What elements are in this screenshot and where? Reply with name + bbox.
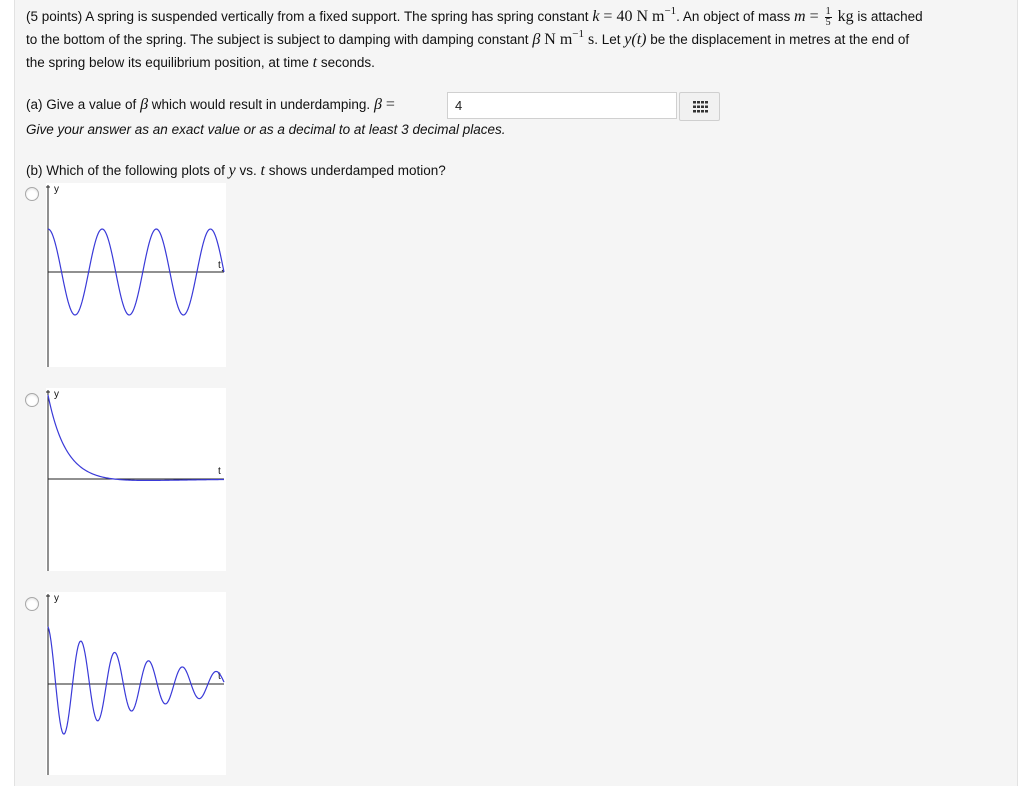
part-b-y: y bbox=[228, 162, 236, 179]
choice-1-radio[interactable] bbox=[25, 187, 39, 201]
problem-text: (5 points) A spring is suspended vertica… bbox=[26, 9, 589, 24]
choice-2-radio[interactable] bbox=[25, 393, 39, 407]
plot3-y-label: y bbox=[54, 593, 59, 604]
plot2-y-label: y bbox=[54, 389, 59, 400]
part-a-text2: which would result in underdamping. bbox=[148, 97, 371, 112]
beta-answer-input[interactable]: 4 bbox=[447, 92, 677, 119]
plot-choice-3[interactable]: y t bbox=[46, 592, 226, 775]
part-b-text: Which of the following plots of bbox=[42, 163, 225, 178]
let-text: . Let bbox=[594, 32, 621, 47]
line3-text: the spring below its equilibrium positio… bbox=[26, 55, 309, 70]
beta-exponent: −1 bbox=[572, 28, 584, 40]
damping-text: to the bottom of the spring. The subject… bbox=[26, 32, 529, 47]
plot-choice-1[interactable]: y t bbox=[46, 183, 226, 367]
choice-3-radio[interactable] bbox=[25, 597, 39, 611]
part-a-text: Give a value of bbox=[42, 97, 137, 112]
question-panel: (5 points) A spring is suspended vertica… bbox=[14, 0, 1018, 786]
plot1-y-label: y bbox=[54, 184, 59, 195]
plot-choice-2[interactable]: y t bbox=[46, 388, 226, 571]
part-b-question: (b) Which of the following plots of y vs… bbox=[26, 162, 446, 180]
plot2-t-label: t bbox=[218, 466, 221, 477]
mass-text: . An object of mass bbox=[676, 9, 791, 24]
mass-denominator: 5 bbox=[825, 16, 831, 28]
y-of-t: y(t) bbox=[624, 31, 647, 48]
mass-unit: kg bbox=[833, 8, 854, 25]
part-a-beta: β bbox=[140, 96, 149, 113]
answer-tools-button[interactable] bbox=[679, 92, 720, 121]
part-b-text2: shows underdamped motion? bbox=[264, 163, 446, 178]
grid-icon bbox=[693, 101, 708, 113]
part-b-label: (b) bbox=[26, 163, 43, 178]
m-symbol: m bbox=[794, 8, 806, 25]
beta-unit: N m bbox=[540, 31, 573, 48]
k-exponent: −1 bbox=[664, 5, 677, 17]
line2-end: be the displacement in metres at the end… bbox=[646, 32, 910, 47]
plot1-t-label: t bbox=[218, 260, 221, 271]
m-equals: = bbox=[805, 8, 823, 25]
line1-end: is attached bbox=[853, 9, 923, 24]
part-b-vs: vs. bbox=[235, 163, 257, 178]
mass-fraction: 15 bbox=[824, 6, 832, 28]
part-a-equals: = bbox=[381, 96, 395, 113]
k-value: = 40 N m bbox=[599, 8, 665, 25]
part-a-label: (a) bbox=[26, 97, 43, 112]
seconds-unit: s bbox=[584, 31, 595, 48]
answer-hint: Give your answer as an exact value or as… bbox=[26, 122, 506, 137]
problem-statement: (5 points) A spring is suspended vertica… bbox=[26, 5, 1011, 74]
part-a-question: (a) Give a value of β which would result… bbox=[26, 94, 395, 116]
part-a-beta-2: β bbox=[373, 96, 382, 113]
line3-end: seconds. bbox=[317, 55, 375, 70]
